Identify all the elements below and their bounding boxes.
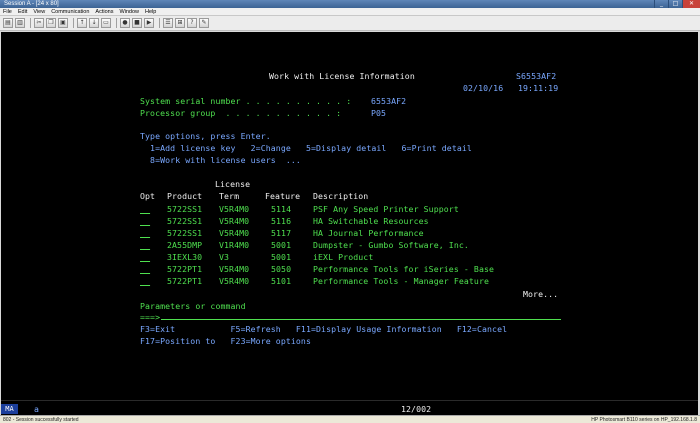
maximize-button[interactable]: □ bbox=[668, 0, 682, 8]
row-product: 5722PT1 bbox=[167, 276, 203, 286]
row-description: PSF Any Speed Printer Support bbox=[313, 204, 459, 214]
toolbar-separator bbox=[30, 18, 31, 28]
serial-label: System serial number . . . . . . . . . .… bbox=[140, 96, 352, 106]
opt-input[interactable] bbox=[140, 205, 150, 214]
send-icon[interactable]: ↑ bbox=[77, 18, 87, 28]
print-icon[interactable]: ▤ bbox=[3, 18, 13, 28]
paste-icon[interactable]: ▣ bbox=[58, 18, 68, 28]
row-term: V5R4M0 bbox=[219, 276, 250, 286]
row-product: 2A55DMP bbox=[167, 240, 203, 250]
status-bar: 802 - Session successfully started HP Ph… bbox=[0, 415, 700, 423]
options-line-1: 1=Add license key 2=Change 5=Display det… bbox=[140, 143, 472, 153]
processor-group-value: P05 bbox=[371, 108, 387, 118]
print-setup-icon[interactable]: ▥ bbox=[15, 18, 25, 28]
opt-input[interactable] bbox=[140, 241, 150, 250]
menu-edit[interactable]: Edit bbox=[15, 8, 30, 16]
row-product: 5722SS1 bbox=[167, 204, 203, 214]
customize-icon[interactable]: ☰ bbox=[163, 18, 173, 28]
row-product: 3IEXL30 bbox=[167, 252, 203, 262]
toolbar-separator bbox=[73, 18, 74, 28]
column-license: License bbox=[215, 179, 251, 189]
menu-help[interactable]: Help bbox=[142, 8, 159, 16]
row-feature: 5001 bbox=[271, 240, 292, 250]
row-term: V5R4M0 bbox=[219, 204, 250, 214]
menu-actions[interactable]: Actions bbox=[92, 8, 116, 16]
row-description: Performance Tools - Manager Feature bbox=[313, 276, 490, 286]
function-keys-line-1[interactable]: F3=Exit F5=Refresh F11=Display Usage Inf… bbox=[140, 325, 507, 334]
row-description: HA Switchable Resources bbox=[313, 216, 429, 226]
column-term: Term bbox=[219, 191, 240, 201]
column-description: Description bbox=[313, 191, 369, 201]
opt-input[interactable] bbox=[140, 229, 150, 238]
system-available-indicator: a bbox=[34, 404, 40, 414]
column-product: Product bbox=[167, 191, 203, 201]
row-term: V5R4M0 bbox=[219, 228, 250, 238]
row-feature: 5001 bbox=[271, 252, 292, 262]
row-product: 5722PT1 bbox=[167, 264, 203, 274]
row-product: 5722SS1 bbox=[167, 228, 203, 238]
row-description: HA Journal Performance bbox=[313, 228, 424, 238]
opt-input[interactable] bbox=[140, 265, 150, 274]
menu-bar: File Edit View Communication Actions Win… bbox=[0, 8, 700, 16]
window-controls: _ □ ✕ bbox=[654, 0, 700, 8]
function-keys-line-2[interactable]: F17=Position to F23=More options bbox=[140, 337, 311, 346]
map-icon[interactable]: ⊞ bbox=[175, 18, 185, 28]
column-feature: Feature bbox=[265, 191, 301, 201]
row-feature: 5117 bbox=[271, 228, 292, 238]
screen-heading: Work with License Information bbox=[269, 71, 415, 81]
row-product: 5722SS1 bbox=[167, 216, 203, 226]
current-time: 19:11:19 bbox=[518, 83, 559, 93]
current-date: 02/10/16 bbox=[463, 83, 504, 93]
row-description: iEXL Product bbox=[313, 252, 374, 262]
menu-communication[interactable]: Communication bbox=[48, 8, 92, 16]
row-description: Dumpster - Gumbo Software, Inc. bbox=[313, 240, 469, 250]
menu-window[interactable]: Window bbox=[116, 8, 142, 16]
command-prompt: ===> bbox=[140, 312, 161, 322]
close-button[interactable]: ✕ bbox=[682, 0, 700, 8]
row-feature: 5101 bbox=[271, 276, 292, 286]
session-mode-indicator: MA bbox=[1, 404, 18, 414]
printer-status: HP Photosmart B110 series on HP_192.168.… bbox=[591, 416, 697, 423]
toolbar-separator bbox=[159, 18, 160, 28]
menu-file[interactable]: File bbox=[0, 8, 15, 16]
operator-information-area: MA a 12/002 bbox=[1, 400, 698, 415]
options-title: Type options, press Enter. bbox=[140, 131, 271, 141]
row-term: V1R4M0 bbox=[219, 240, 250, 250]
cut-icon[interactable]: ✂ bbox=[34, 18, 44, 28]
row-feature: 5116 bbox=[271, 216, 292, 226]
play-macro-icon[interactable]: ▶ bbox=[144, 18, 154, 28]
record-macro-icon[interactable]: ● bbox=[120, 18, 130, 28]
toolbar: ▤ ▥ ✂ ❐ ▣ ↑ ↓ ▭ ● ■ ▶ ☰ ⊞ ? ✎ bbox=[0, 16, 700, 31]
copy-icon[interactable]: ❐ bbox=[46, 18, 56, 28]
toolbar-separator bbox=[116, 18, 117, 28]
column-opt: Opt bbox=[140, 191, 156, 201]
options-line-2: 8=Work with license users ... bbox=[140, 155, 301, 165]
opt-input[interactable] bbox=[140, 253, 150, 262]
receive-icon[interactable]: ↓ bbox=[89, 18, 99, 28]
processor-group-label: Processor group . . . . . . . . . . . : bbox=[140, 108, 342, 118]
row-description: Performance Tools for iSeries - Base bbox=[313, 264, 495, 274]
opt-input[interactable] bbox=[140, 217, 150, 226]
minimize-button[interactable]: _ bbox=[654, 0, 668, 8]
more-indicator: More... bbox=[523, 289, 559, 299]
row-feature: 5050 bbox=[271, 264, 292, 274]
parameters-label: Parameters or command bbox=[140, 301, 246, 311]
stop-macro-icon[interactable]: ■ bbox=[132, 18, 142, 28]
command-input[interactable] bbox=[161, 319, 561, 320]
cursor-position: 12/002 bbox=[401, 404, 432, 414]
display-icon[interactable]: ▭ bbox=[101, 18, 111, 28]
support-icon[interactable]: ? bbox=[187, 18, 197, 28]
status-message: 802 - Session successfully started bbox=[3, 416, 79, 423]
system-id: S6553AF2 bbox=[516, 71, 557, 81]
row-term: V3 bbox=[219, 252, 230, 262]
opt-input[interactable] bbox=[140, 277, 150, 286]
row-feature: 5114 bbox=[271, 204, 292, 214]
row-term: V5R4M0 bbox=[219, 216, 250, 226]
serial-value: 6553AF2 bbox=[371, 96, 407, 106]
menu-view[interactable]: View bbox=[30, 8, 48, 16]
index-icon[interactable]: ✎ bbox=[199, 18, 209, 28]
terminal-screen[interactable]: Work with License Information S6553AF2 0… bbox=[1, 32, 698, 400]
row-term: V5R4M0 bbox=[219, 264, 250, 274]
